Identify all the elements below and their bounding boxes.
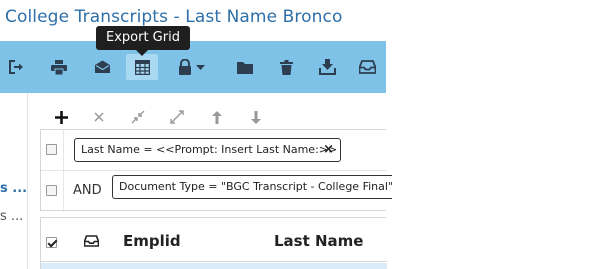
grid-header: Emplid Last Name xyxy=(41,218,387,262)
select-all-checkbox[interactable] xyxy=(46,237,57,248)
inbox-icon xyxy=(83,235,100,247)
column-header-emplid[interactable]: Emplid xyxy=(123,232,181,250)
table-row[interactable] xyxy=(41,263,387,269)
criteria-divider xyxy=(63,171,64,212)
criteria-row-checkbox[interactable] xyxy=(46,185,57,196)
lock-icon xyxy=(179,59,205,75)
collapse-button[interactable] xyxy=(128,107,148,127)
criteria-box: Last Name = <<Prompt: Insert Last Name:>… xyxy=(40,129,392,212)
delete-button[interactable] xyxy=(270,54,302,80)
export-grid-button[interactable] xyxy=(126,54,158,80)
inbox-button[interactable] xyxy=(351,54,383,80)
arrow-down-icon xyxy=(251,110,261,124)
arrow-up-icon xyxy=(212,110,222,124)
left-panel: s ... s ... xyxy=(0,93,28,269)
inbox-column[interactable] xyxy=(83,234,100,252)
exit-icon xyxy=(9,60,23,74)
criteria-text: Document Type = "BGC Transcript - Colleg… xyxy=(119,180,392,193)
conjunction-label: AND xyxy=(73,183,102,198)
close-icon[interactable]: × xyxy=(323,139,334,161)
collapse-icon xyxy=(131,110,145,124)
left-item-selected[interactable]: s ... xyxy=(0,181,28,196)
download-button[interactable] xyxy=(311,54,343,80)
criteria-row: AND Document Type = "BGC Transcript - Co… xyxy=(41,171,392,212)
exit-button[interactable] xyxy=(1,54,33,80)
add-icon xyxy=(54,110,68,124)
column-header-last-name[interactable]: Last Name xyxy=(274,232,363,250)
inbox-icon xyxy=(358,60,376,74)
add-criteria-button[interactable] xyxy=(51,107,71,127)
move-down-button[interactable] xyxy=(246,107,266,127)
trash-icon xyxy=(279,59,293,75)
move-up-button[interactable] xyxy=(207,107,227,127)
folder-button[interactable] xyxy=(229,54,261,80)
criteria-divider xyxy=(63,130,64,170)
print-icon xyxy=(51,59,67,75)
email-icon xyxy=(94,60,110,73)
print-button[interactable] xyxy=(43,54,75,80)
main-area: Last Name = <<Prompt: Insert Last Name:>… xyxy=(29,93,392,269)
main-toolbar xyxy=(0,41,386,93)
left-item[interactable]: s ... xyxy=(0,209,28,224)
criteria-pill[interactable]: Last Name = <<Prompt: Insert Last Name:>… xyxy=(74,138,341,162)
criteria-row-checkbox[interactable] xyxy=(46,144,57,155)
criteria-text: Last Name = <<Prompt: Insert Last Name:>… xyxy=(81,143,338,156)
criteria-pill[interactable]: Document Type = "BGC Transcript - Colleg… xyxy=(112,175,392,199)
expand-icon xyxy=(170,110,184,124)
results-grid: Emplid Last Name xyxy=(40,217,387,269)
grid-icon xyxy=(134,59,150,75)
export-grid-tooltip: Export Grid xyxy=(96,26,190,50)
lock-dropdown-button[interactable] xyxy=(172,54,212,80)
expand-button[interactable] xyxy=(167,107,187,127)
folder-icon xyxy=(237,61,253,74)
remove-criteria-button[interactable] xyxy=(89,107,109,127)
page-title: College Transcripts - Last Name Bronco xyxy=(5,7,343,27)
email-button[interactable] xyxy=(86,54,118,80)
criteria-row: Last Name = <<Prompt: Insert Last Name:>… xyxy=(41,130,387,171)
tooltip-arrow xyxy=(136,50,148,56)
download-icon xyxy=(318,59,336,75)
remove-icon xyxy=(94,112,104,122)
